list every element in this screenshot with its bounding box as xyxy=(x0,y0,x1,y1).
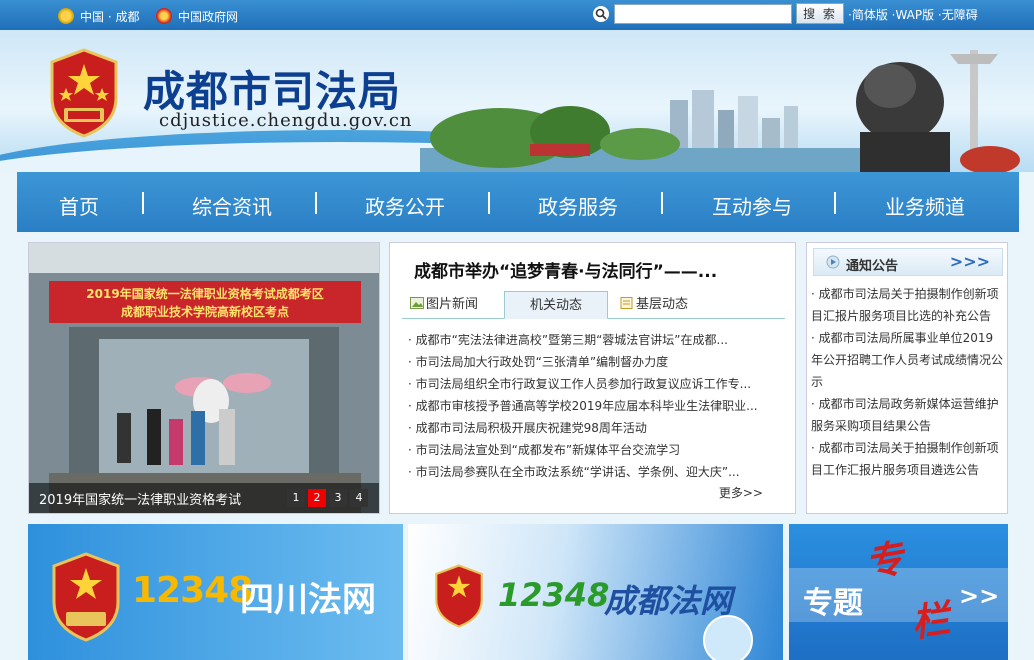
notice-bullet-icon xyxy=(826,255,840,269)
news-list: · 成都市“宪法法律进高校”暨第三期“蓉城法官讲坛”在成都... · 市司法局加… xyxy=(408,329,778,483)
nav-news[interactable]: 综合资讯 xyxy=(192,191,272,220)
tab-grassroots-news[interactable]: 基层动态 xyxy=(620,291,688,319)
list-item[interactable]: · 市司法局法宣处到“成都发布”新媒体平台交流学习 xyxy=(408,439,778,461)
nav-interaction[interactable]: 互动参与 xyxy=(712,191,792,220)
nav-divider xyxy=(142,192,144,214)
slide-photo: 2019年国家统一法律职业资格考试成都考区 成都职业技术学院高新校区考点 xyxy=(29,243,379,513)
nav-channels[interactable]: 业务频道 xyxy=(885,191,965,220)
b3-text: 专题 xyxy=(803,586,863,621)
national-emblem-icon xyxy=(156,8,172,24)
list-item[interactable]: · 成都市司法局所属事业单位2019年公开招聘工作人员考试成绩情况公示 xyxy=(811,327,1003,393)
nav-divider xyxy=(834,192,836,214)
list-item[interactable]: · 市司法局参赛队在全市政法系统“学讲话、学条例、迎大庆”... xyxy=(408,461,778,483)
photo-slideshow[interactable]: 2019年国家统一法律职业资格考试成都考区 成都职业技术学院高新校区考点 201… xyxy=(28,242,380,514)
news-panel: 成都市举办“追梦青春·与法同行”——... 图片新闻 机关动态 基层动态 · 成… xyxy=(389,242,796,514)
notice-list: · 成都市司法局关于拍摄制作创新项目汇报片服务项目比选的补充公告 · 成都市司法… xyxy=(811,283,1003,481)
slide-banner-line2: 成都职业技术学院高新校区考点 xyxy=(121,304,289,319)
search-button[interactable]: 搜 索 xyxy=(796,3,844,24)
news-headline[interactable]: 成都市举办“追梦青春·与法同行”——... xyxy=(414,257,717,282)
header-banner: 成都市司法局 cdjustice.chengdu.gov.cn xyxy=(0,30,1034,172)
slide-caption-bar: 2019年国家统一法律职业资格考试 1 2 3 4 xyxy=(29,483,379,513)
version-links[interactable]: ·简体版 ·WAP版 ·无障碍 xyxy=(848,6,978,23)
justice-emblem-icon xyxy=(52,552,120,642)
list-item[interactable]: · 市司法局组织全市行政复议工作人员参加行政复议应诉工作专... xyxy=(408,373,778,395)
tab-agency-news[interactable]: 机关动态 xyxy=(504,291,608,319)
list-item[interactable]: · 成都市司法局关于拍摄制作创新项目汇报片服务项目比选的补充公告 xyxy=(811,283,1003,327)
list-item[interactable]: · 成都市“宪法法律进高校”暨第三期“蓉城法官讲坛”在成都... xyxy=(408,329,778,351)
chengdu-emblem-icon xyxy=(58,8,74,24)
slide-banner-line1: 2019年国家统一法律职业资格考试成都考区 xyxy=(86,286,323,301)
b3-red-char-1: 专 xyxy=(862,535,908,586)
tab-photo-news[interactable]: 图片新闻 xyxy=(410,291,478,319)
gov-link[interactable]: 中国政府网 xyxy=(156,8,238,25)
slide-page-3[interactable]: 3 xyxy=(329,489,347,507)
justice-emblem-icon xyxy=(50,48,118,138)
notice-title: 通知公告 xyxy=(846,259,899,274)
nav-divider xyxy=(315,192,317,214)
special-topics-banner[interactable]: 专题 专 栏 >> xyxy=(789,524,1008,660)
b3-red-char-2: 栏 xyxy=(908,596,953,646)
news-more-link[interactable]: 更多>> xyxy=(719,484,763,501)
list-item[interactable]: · 成都市司法局关于拍摄制作创新项目工作汇报片服务项目遴选公告 xyxy=(811,437,1003,481)
nav-gov-affairs[interactable]: 政务公开 xyxy=(365,191,445,220)
globe-icon xyxy=(703,615,753,660)
search-icon xyxy=(593,6,609,22)
chengdu-link[interactable]: 中国 · 成都 xyxy=(58,8,139,25)
nav-services[interactable]: 政务服务 xyxy=(538,191,618,220)
list-item[interactable]: · 市司法局加大行政处罚“三张清单”编制督办力度 xyxy=(408,351,778,373)
slide-page-2[interactable]: 2 xyxy=(308,489,326,507)
news-tabs: 图片新闻 机关动态 基层动态 xyxy=(402,291,785,319)
list-item[interactable]: · 成都市司法局积极开展庆祝建党98周年活动 xyxy=(408,417,778,439)
justice-emblem-icon xyxy=(435,564,483,628)
notice-more-arrows[interactable]: >>> xyxy=(950,252,990,271)
b3-arrows: >> xyxy=(959,582,1000,610)
sichuan-law-net-banner[interactable]: 12348 四川法网 xyxy=(28,524,403,660)
document-icon xyxy=(620,297,633,309)
nav-divider xyxy=(661,192,663,214)
b2-number: 12348 xyxy=(498,576,610,614)
notice-header: 通知公告 >>> xyxy=(813,248,1003,276)
slide-caption: 2019年国家统一法律职业资格考试 xyxy=(39,493,242,508)
site-url: cdjustice.chengdu.gov.cn xyxy=(159,110,413,131)
picture-icon xyxy=(410,297,424,309)
slide-page-1[interactable]: 1 xyxy=(287,489,305,507)
notice-panel: 通知公告 >>> · 成都市司法局关于拍摄制作创新项目汇报片服务项目比选的补充公… xyxy=(806,242,1008,514)
list-item[interactable]: · 成都市司法局政务新媒体运营维护服务采购项目结果公告 xyxy=(811,393,1003,437)
b1-text: 四川法网 xyxy=(240,580,376,620)
chengdu-law-net-banner[interactable]: 12348 成都法网 xyxy=(408,524,783,660)
nav-divider xyxy=(488,192,490,214)
b1-number: 12348 xyxy=(132,570,253,611)
nav-home[interactable]: 首页 xyxy=(59,191,99,220)
top-bar: 中国 · 成都 中国政府网 搜 索 ·简体版 ·WAP版 ·无障碍 xyxy=(0,0,1034,30)
stone-lion-image xyxy=(856,50,1020,172)
main-nav: 首页 综合资讯 政务公开 政务服务 互动参与 业务频道 xyxy=(17,172,1019,232)
slide-page-4[interactable]: 4 xyxy=(350,489,368,507)
search-input[interactable] xyxy=(614,4,792,24)
list-item[interactable]: · 成都市审核授予普通高等学校2019年应届本科毕业生法律职业... xyxy=(408,395,778,417)
